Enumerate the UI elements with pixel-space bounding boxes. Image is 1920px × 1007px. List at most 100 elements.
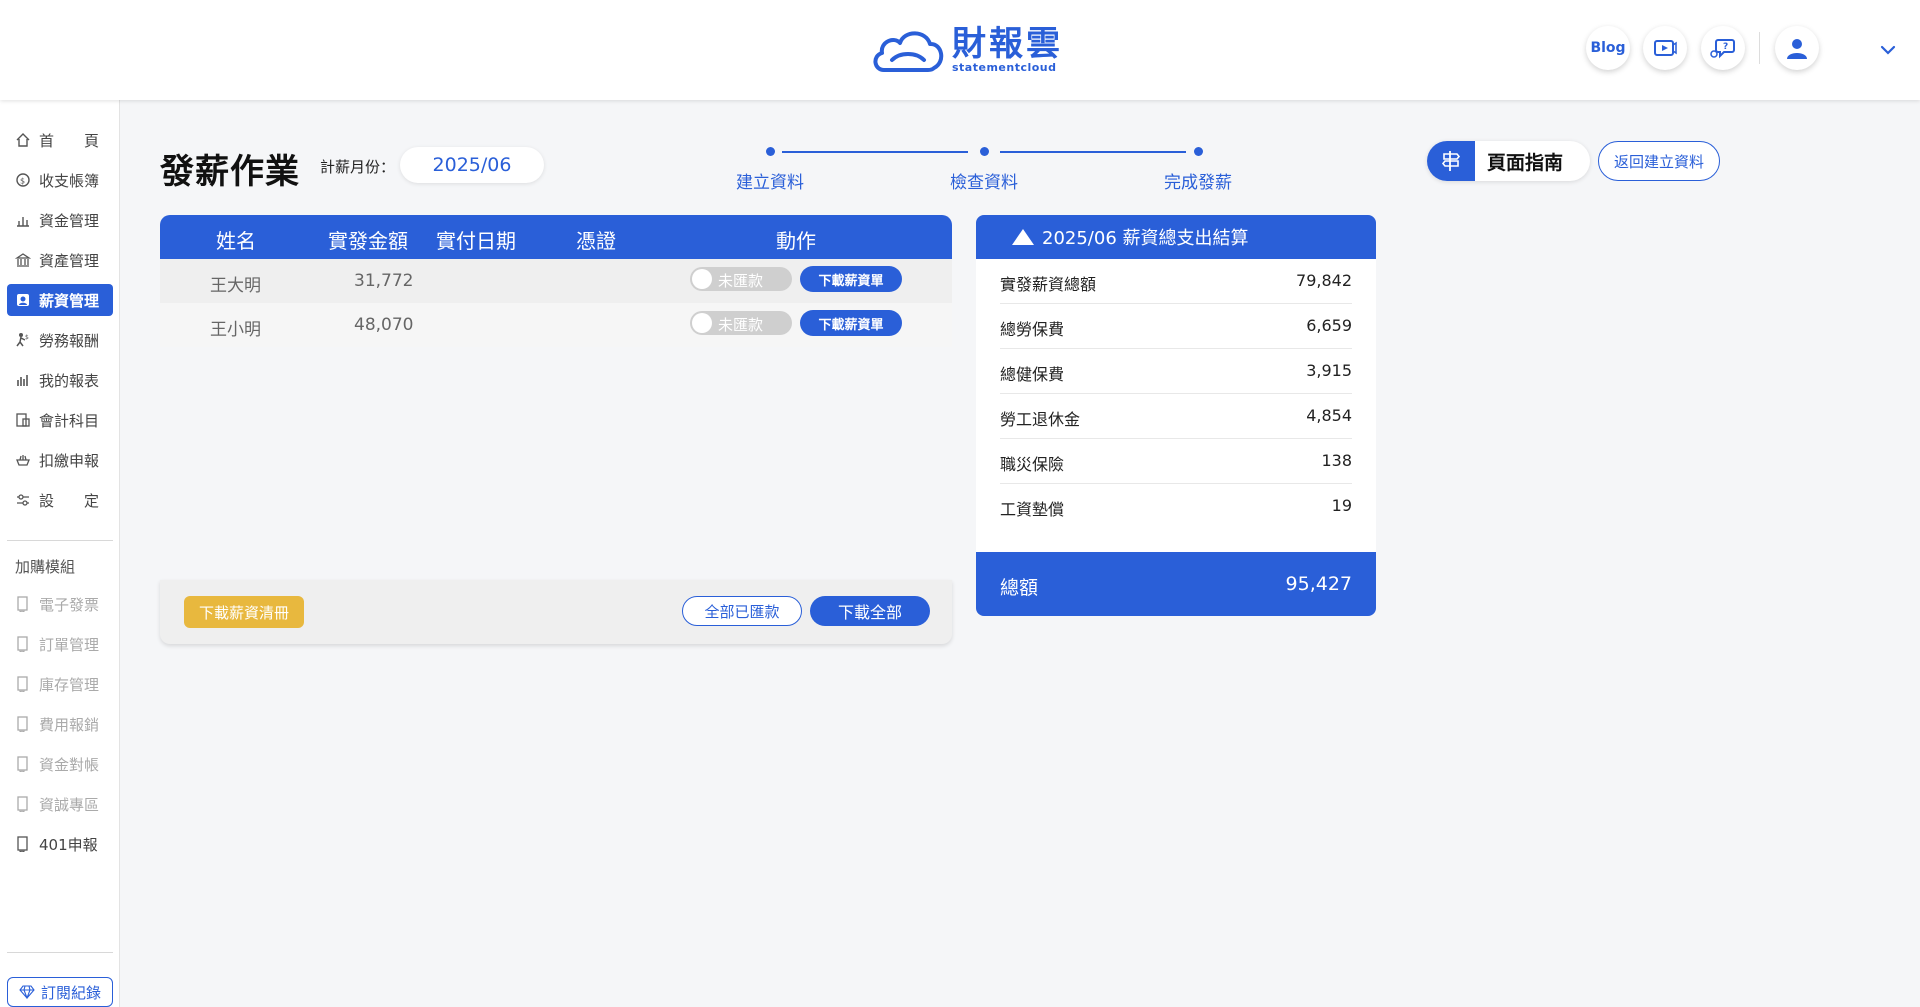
help-chat-button[interactable]: ? [1701,26,1745,70]
toggle-label: 未匯款 [718,316,764,334]
video-icon [1654,40,1677,56]
bank-icon [14,251,32,269]
summary-body: 實發薪資總額 79,842 總勞保費 6,659 總健保費 3,915 勞工退休… [976,259,1376,552]
addon-item-pwc-zone[interactable]: 資誠專區 [7,788,113,820]
sidebar-item-label: 首 頁 [39,131,100,150]
sidebar-item-payroll[interactable]: 薪資管理 [7,284,113,316]
payroll-icon [14,291,32,309]
svg-text:?: ? [1723,42,1728,52]
diamond-icon [19,985,35,999]
summary-header[interactable]: 2025/06 薪資總支出結算 [976,215,1376,259]
logo-subtitle: statementcloud [952,61,1057,74]
step-create-data[interactable]: 建立資料 [710,168,830,193]
download-all-button[interactable]: 下載全部 [810,596,930,626]
sidebar-item-funds[interactable]: 資金管理 [7,204,113,236]
header-divider [1759,32,1760,64]
tax-icon [14,451,32,469]
account-menu-toggle[interactable] [1876,38,1900,62]
sidebar-divider [7,952,113,953]
step-dot [980,147,989,156]
ledger-icon [14,411,32,429]
download-payslip-button[interactable]: 下載薪資單 [800,310,902,336]
summary-value: 19 [1331,496,1352,515]
sidebar: 首 頁 $ 收支帳簿 資金管理 資產管理 薪資管理 $ 勞務報酬 我的報表 會計… [0,100,120,1007]
lock-book-icon [14,635,32,653]
net-pay-amount: 48,070 [354,315,414,335]
page-guide-button[interactable]: 頁面指南 [1427,141,1590,181]
sidebar-item-reports[interactable]: 我的報表 [7,364,113,396]
collapse-triangle-icon [1012,229,1034,245]
toggle-knob [692,269,712,289]
addon-item-label: 訂單管理 [39,635,100,654]
col-header-amount: 實發金額 [328,229,408,253]
step-complete-payroll[interactable]: 完成發薪 [1138,168,1258,193]
col-header-action: 動作 [776,229,816,253]
download-payslip-button[interactable]: 下載薪資單 [800,266,902,292]
summary-title: 2025/06 薪資總支出結算 [1042,228,1249,249]
addon-item-inventory[interactable]: 庫存管理 [7,668,113,700]
toggle-label: 未匯款 [718,272,764,290]
sidebar-divider [7,540,113,541]
net-pay-amount: 31,772 [354,271,414,291]
svg-text:$: $ [25,334,29,341]
sidebar-item-label: 資金管理 [39,211,100,230]
chart-icon [14,371,32,389]
sidebar-item-label: 會計科目 [39,411,100,430]
toggle-knob [692,313,712,333]
addon-item-e-invoice[interactable]: 電子發票 [7,588,113,620]
video-tutorial-button[interactable] [1643,26,1687,70]
sidebar-item-ledger-book[interactable]: $ 收支帳簿 [7,164,113,196]
employee-name: 王小明 [210,320,261,340]
sidebar-item-settings[interactable]: 設 定 [7,484,113,516]
summary-row: 實發薪資總額 79,842 [1000,259,1352,304]
summary-value: 3,915 [1306,361,1352,380]
sidebar-item-label: 資產管理 [39,251,100,270]
sidebar-item-labor-pay[interactable]: $ 勞務報酬 [7,324,113,356]
home-icon [14,131,32,149]
transfer-status-toggle[interactable]: 未匯款 [690,267,792,291]
summary-label: 勞工退休金 [1000,410,1081,429]
back-to-create-button[interactable]: 返回建立資料 [1598,141,1720,181]
payroll-table-header: 姓名 實發金額 實付日期 憑證 動作 [160,215,952,259]
download-payroll-list-button[interactable]: 下載薪資清冊 [184,596,304,628]
table-row: 王大明 31,772 未匯款 下載薪資單 [160,259,952,303]
sidebar-item-assets[interactable]: 資產管理 [7,244,113,276]
book-icon [14,835,32,853]
settings-icon [14,491,32,509]
addon-item-label: 庫存管理 [39,675,100,694]
summary-label: 工資墊償 [1000,500,1065,519]
col-header-voucher: 憑證 [576,229,616,253]
step-check-data[interactable]: 檢查資料 [924,168,1044,193]
labor-icon: $ [14,331,32,349]
mark-all-paid-button[interactable]: 全部已匯款 [682,596,802,626]
page-guide-label: 頁面指南 [1487,151,1564,174]
chevron-down-icon [1880,45,1896,55]
addon-item-401-filing[interactable]: 401申報 [7,828,113,860]
addon-item-label: 401申報 [39,835,98,854]
subscription-button[interactable]: 訂閱紀錄 [7,977,113,1007]
user-icon [1787,39,1807,59]
addon-item-label: 費用報銷 [39,715,100,734]
sidebar-item-accounts[interactable]: 會計科目 [7,404,113,436]
addon-item-label: 資誠專區 [39,795,100,814]
summary-row: 勞工退休金 4,854 [1000,394,1352,439]
total-label: 總額 [1000,577,1039,599]
summary-row: 總勞保費 6,659 [1000,304,1352,349]
addon-item-reconciliation[interactable]: 資金對帳 [7,748,113,780]
month-label: 計薪月份： [320,158,396,176]
addon-item-orders[interactable]: 訂單管理 [7,628,113,660]
stepper-line [1000,151,1186,153]
sidebar-item-home[interactable]: 首 頁 [7,124,113,156]
transfer-status-toggle[interactable]: 未匯款 [690,311,792,335]
sidebar-item-label: 扣繳申報 [39,451,100,470]
addon-item-label: 電子發票 [39,595,100,614]
user-avatar-button[interactable] [1775,26,1819,70]
coin-icon: $ [14,171,32,189]
money-icon [14,211,32,229]
blog-button[interactable]: Blog [1586,26,1630,70]
logo[interactable]: 財報雲 statementcloud [870,20,1063,80]
month-selector[interactable]: 2025/06 [400,147,544,183]
sidebar-item-withholding[interactable]: 扣繳申報 [7,444,113,476]
col-header-name: 姓名 [216,229,256,253]
addon-item-expenses[interactable]: 費用報銷 [7,708,113,740]
